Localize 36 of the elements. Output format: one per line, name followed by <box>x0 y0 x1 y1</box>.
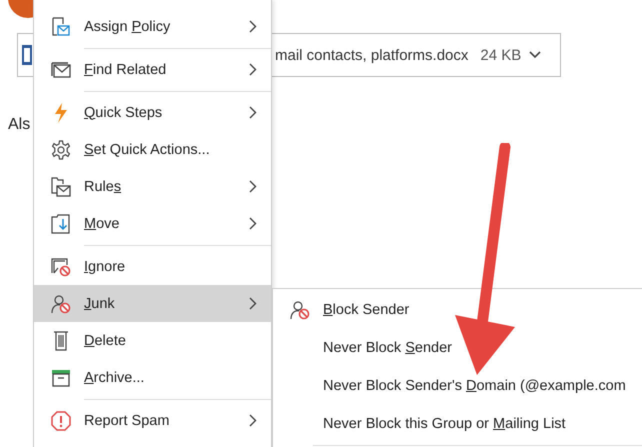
menu-item[interactable]: Set Quick Actions... <box>34 131 271 168</box>
chevron-right-icon <box>249 180 257 193</box>
menu-item[interactable]: Never Block this Group or Mailing List <box>273 405 642 443</box>
ignore-icon <box>51 256 71 276</box>
menu-item[interactable]: Ignore <box>34 248 271 285</box>
menu-item[interactable]: Junk <box>34 285 271 322</box>
menu-item[interactable]: Report Spam <box>34 402 271 439</box>
chevron-down-icon[interactable] <box>529 51 542 59</box>
attachment-size: 24 KB <box>480 46 522 64</box>
chevron-right-icon <box>249 414 257 427</box>
rules-icon <box>51 176 71 196</box>
menu-item[interactable]: Archive... <box>34 359 271 402</box>
chevron-right-icon <box>249 20 257 33</box>
move-icon <box>51 214 71 234</box>
menu-item[interactable]: Move <box>34 205 271 248</box>
body-text: Als <box>8 116 30 134</box>
gear-icon <box>51 140 71 160</box>
trash-icon <box>53 330 69 352</box>
policy-icon <box>51 16 71 38</box>
chevron-right-icon <box>249 63 257 76</box>
menu-item[interactable]: Quick Steps <box>34 94 271 131</box>
menu-item[interactable]: Rules <box>34 168 271 205</box>
chevron-right-icon <box>249 106 257 119</box>
junk-icon <box>51 294 71 314</box>
alert-icon <box>51 410 71 430</box>
archive-icon <box>51 368 71 386</box>
menu-item[interactable]: Block Sender <box>273 291 642 329</box>
menu-item[interactable]: Never Block Sender's Domain (@example.com <box>273 367 642 405</box>
chevron-right-icon <box>249 297 257 310</box>
chevron-right-icon <box>249 217 257 230</box>
attachment-name: mail contacts, platforms.docx <box>275 46 468 64</box>
menu-item[interactable]: Delete <box>34 322 271 359</box>
lightning-icon <box>54 102 68 124</box>
envelope-icon <box>51 62 71 78</box>
menu-item[interactable]: Never Block Sender <box>273 329 642 367</box>
junk-icon <box>290 300 310 320</box>
